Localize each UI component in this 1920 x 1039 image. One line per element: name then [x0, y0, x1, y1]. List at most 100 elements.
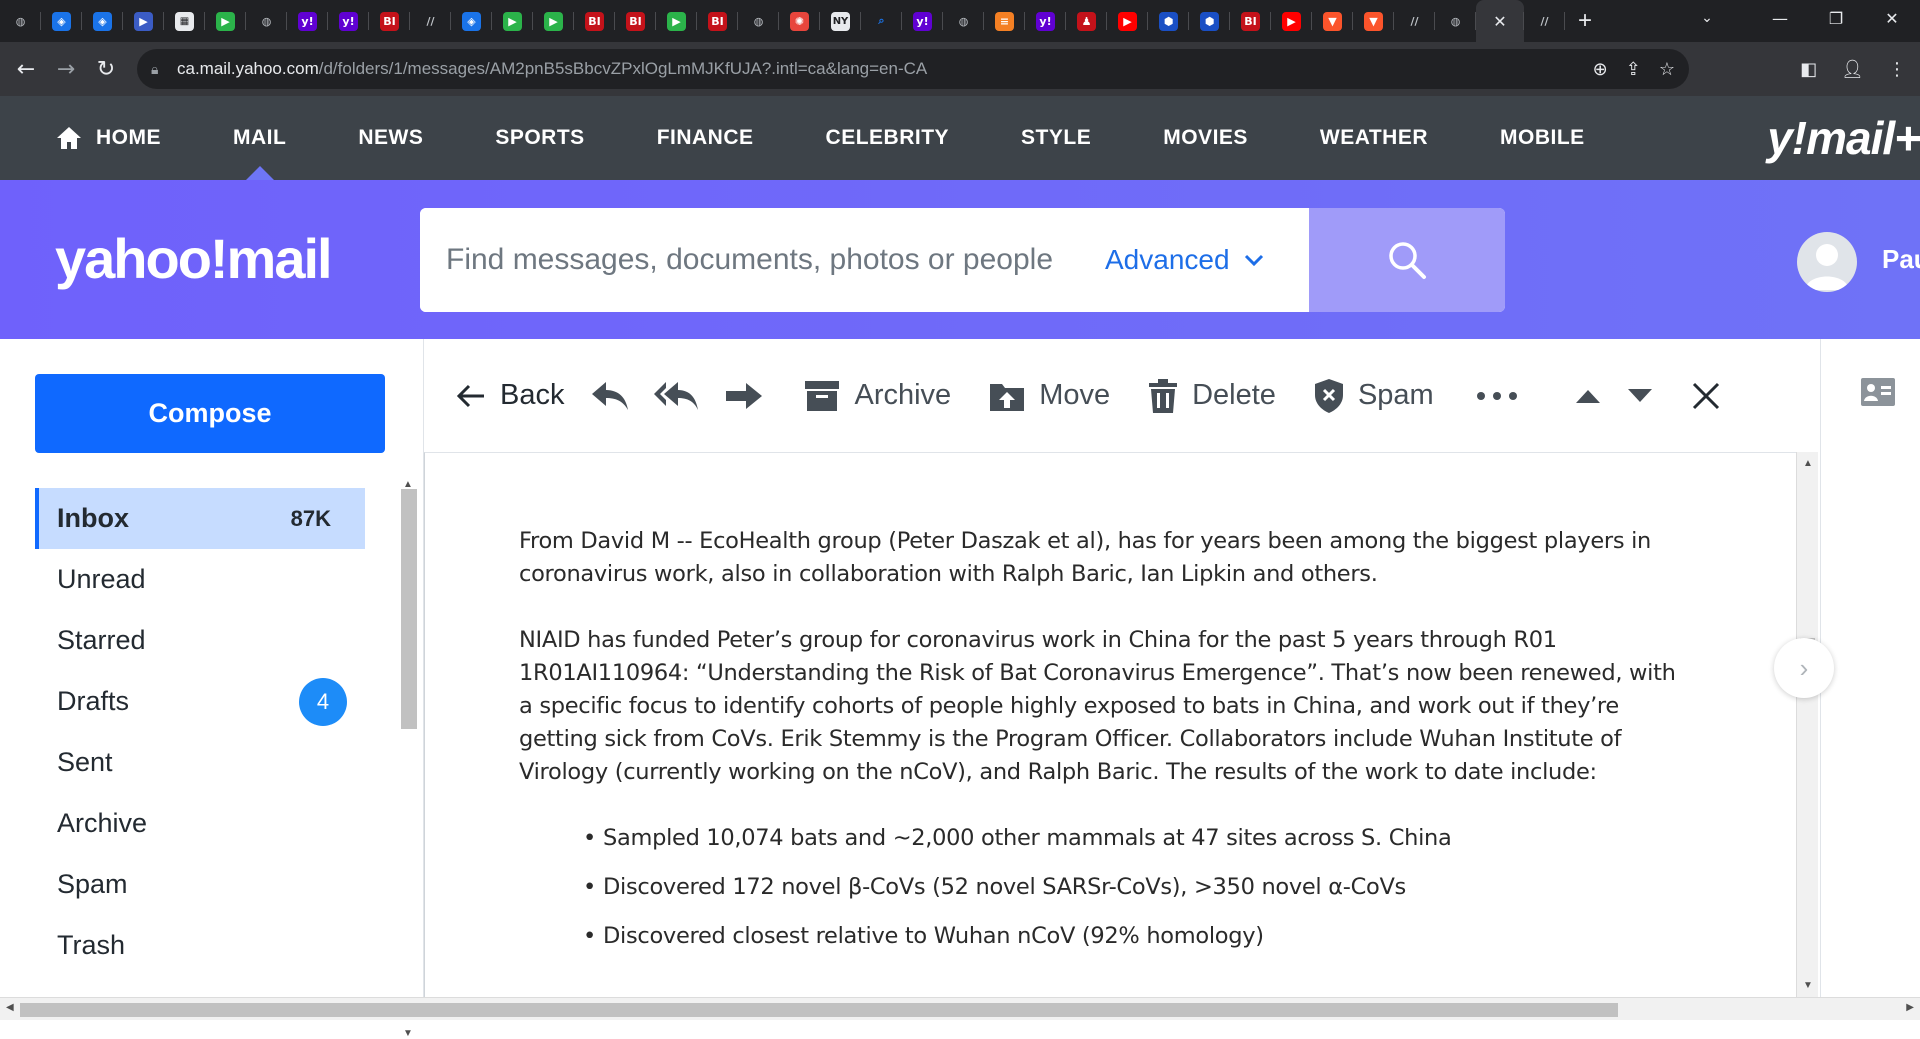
- browser-tab[interactable]: ◍: [0, 0, 41, 42]
- nav-item-style[interactable]: STYLE: [1021, 96, 1091, 180]
- new-tab-button[interactable]: +: [1565, 0, 1605, 42]
- sidebar-item-spam[interactable]: Spam: [35, 854, 365, 915]
- address-bar[interactable]: 🔒︎ ca.mail.yahoo.com/d/folders/1/message…: [137, 49, 1689, 89]
- reload-icon[interactable]: ↻: [86, 49, 126, 89]
- browser-tab[interactable]: y!: [902, 0, 943, 42]
- browser-tab[interactable]: BI: [697, 0, 738, 42]
- browser-tab[interactable]: ✺: [779, 0, 820, 42]
- browser-tab[interactable]: BI: [1230, 0, 1271, 42]
- back-arrow-icon[interactable]: ←: [6, 49, 46, 89]
- yahoo-mail-logo[interactable]: yahoo!mail: [55, 226, 333, 291]
- profile-icon[interactable]: 👤︎: [1841, 59, 1864, 80]
- avatar[interactable]: [1797, 232, 1857, 292]
- browser-tab[interactable]: //: [1524, 0, 1565, 42]
- sidebar-item-unread[interactable]: Unread: [35, 549, 365, 610]
- delete-button[interactable]: Delete: [1148, 366, 1276, 426]
- browser-tab[interactable]: BI: [369, 0, 410, 42]
- browser-tab[interactable]: NY: [820, 0, 861, 42]
- browser-tab[interactable]: BI: [615, 0, 656, 42]
- sidebar-item-starred[interactable]: Starred: [35, 610, 365, 671]
- zoom-icon[interactable]: ⊕: [1593, 59, 1608, 80]
- minimize-button[interactable]: —: [1752, 0, 1808, 36]
- nav-item-home[interactable]: HOME: [56, 96, 161, 180]
- nav-item-weather[interactable]: WEATHER: [1320, 96, 1428, 180]
- browser-tab[interactable]: ◍: [246, 0, 287, 42]
- browser-tab[interactable]: ▶: [533, 0, 574, 42]
- browser-tab[interactable]: ▼: [1353, 0, 1394, 42]
- move-button[interactable]: Move: [989, 366, 1110, 426]
- bookmark-star-icon[interactable]: ☆: [1659, 59, 1675, 80]
- contact-card-icon[interactable]: [1860, 377, 1896, 407]
- advanced-search-button[interactable]: Advanced: [1095, 208, 1309, 312]
- sidebar-item-archive[interactable]: Archive: [35, 793, 365, 854]
- browser-tab[interactable]: ◍: [943, 0, 984, 42]
- scroll-up-icon[interactable]: ▲: [1803, 458, 1813, 469]
- nav-item-movies[interactable]: MOVIES: [1163, 96, 1248, 180]
- previous-message-button[interactable]: [1575, 366, 1600, 426]
- browser-tab[interactable]: ◍: [738, 0, 779, 42]
- user-name[interactable]: Pau: [1882, 244, 1920, 275]
- nav-item-celebrity[interactable]: CELEBRITY: [826, 96, 950, 180]
- browser-tab[interactable]: BI: [574, 0, 615, 42]
- reply-button[interactable]: [590, 366, 630, 426]
- browser-tab[interactable]: ▶: [1107, 0, 1148, 42]
- nav-item-sports[interactable]: SPORTS: [495, 96, 584, 180]
- browser-tab[interactable]: ◍: [1435, 0, 1476, 42]
- scroll-down-icon[interactable]: ▼: [1803, 980, 1813, 991]
- browser-tab[interactable]: ▶: [123, 0, 164, 42]
- browser-tab[interactable]: //: [410, 0, 451, 42]
- browser-tab[interactable]: y!: [1025, 0, 1066, 42]
- browser-tab[interactable]: //: [1394, 0, 1435, 42]
- close-tab-icon[interactable]: ✕: [1491, 12, 1510, 31]
- browser-tab[interactable]: ⬢: [1148, 0, 1189, 42]
- browser-tab[interactable]: ⌕: [861, 0, 902, 42]
- reply-all-button[interactable]: [654, 366, 700, 426]
- browser-tab[interactable]: ◈: [82, 0, 123, 42]
- browser-tab[interactable]: ▦: [164, 0, 205, 42]
- nav-item-mobile[interactable]: MOBILE: [1500, 96, 1585, 180]
- sidebar-item-trash[interactable]: Trash: [35, 915, 365, 976]
- active-browser-tab[interactable]: ✕: [1476, 0, 1524, 42]
- browser-tab[interactable]: ◈: [451, 0, 492, 42]
- forward-button[interactable]: [724, 366, 764, 426]
- browser-menu-icon[interactable]: ⋮: [1888, 59, 1906, 80]
- restore-button[interactable]: ❐: [1808, 0, 1864, 36]
- nav-item-mail[interactable]: MAIL: [233, 96, 286, 180]
- browser-tab[interactable]: ≡: [984, 0, 1025, 42]
- tab-search-chevron-icon[interactable]: ⌄: [1662, 0, 1752, 36]
- scroll-right-icon[interactable]: ▶: [1906, 1002, 1914, 1013]
- archive-button[interactable]: Archive: [804, 366, 951, 426]
- browser-tab[interactable]: ▶: [205, 0, 246, 42]
- more-actions-button[interactable]: [1476, 366, 1518, 426]
- browser-tab[interactable]: ◈: [41, 0, 82, 42]
- browser-tab[interactable]: ⬢: [1189, 0, 1230, 42]
- sidebar-item-drafts[interactable]: Drafts 4: [35, 671, 365, 732]
- browser-tab[interactable]: ♟: [1066, 0, 1107, 42]
- search-button[interactable]: [1309, 208, 1505, 312]
- yahoo-mail-plus-logo[interactable]: y!mail+: [1767, 96, 1920, 180]
- scroll-left-icon[interactable]: ◀: [6, 1002, 14, 1013]
- close-message-button[interactable]: [1692, 366, 1720, 426]
- side-panel-icon[interactable]: ◧: [1800, 59, 1817, 80]
- spam-button[interactable]: Spam: [1314, 366, 1434, 426]
- sidebar-item-sent[interactable]: Sent: [35, 732, 365, 793]
- browser-tab[interactable]: ▶: [492, 0, 533, 42]
- horizontal-scrollbar[interactable]: ◀ ▶: [0, 997, 1920, 1020]
- nav-item-news[interactable]: NEWS: [358, 96, 423, 180]
- chevron-right-icon[interactable]: ›: [1774, 638, 1834, 698]
- browser-tab[interactable]: ▶: [656, 0, 697, 42]
- compose-button[interactable]: Compose: [35, 374, 385, 453]
- scroll-down-icon[interactable]: ▼: [403, 1028, 413, 1039]
- browser-tab[interactable]: ▼: [1312, 0, 1353, 42]
- close-window-button[interactable]: ✕: [1864, 0, 1920, 36]
- forward-arrow-icon[interactable]: →: [46, 49, 86, 89]
- message-scrollbar[interactable]: ▲ ▼: [1796, 452, 1818, 997]
- nav-item-finance[interactable]: FINANCE: [657, 96, 754, 180]
- browser-tab[interactable]: y!: [287, 0, 328, 42]
- horizontal-scroll-thumb[interactable]: [20, 1003, 1618, 1017]
- sidebar-scrollbar[interactable]: ▲ ▼: [399, 479, 419, 1039]
- back-button[interactable]: Back: [456, 366, 564, 426]
- browser-tab[interactable]: y!: [328, 0, 369, 42]
- browser-tab[interactable]: ▶: [1271, 0, 1312, 42]
- share-icon[interactable]: ⇪: [1626, 59, 1641, 80]
